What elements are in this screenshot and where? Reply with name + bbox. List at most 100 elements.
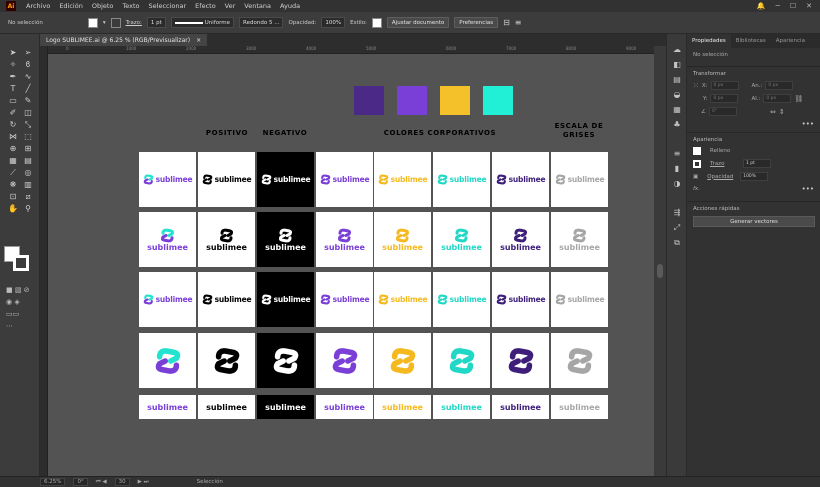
menu-efecto[interactable]: Efecto — [195, 2, 216, 10]
lasso-tool-icon[interactable]: ϐ — [22, 60, 34, 70]
logo-card[interactable]: sublimee — [374, 152, 431, 207]
minimize-icon[interactable]: ─ — [776, 2, 780, 10]
adjust-document-button[interactable]: Ajustar documento — [386, 17, 450, 28]
w-input[interactable]: 0 px — [765, 81, 794, 90]
logo-card[interactable] — [257, 333, 314, 388]
canvas[interactable]: POSITIVO NEGATIVO COLORES CORPORATIVOS E… — [48, 55, 654, 476]
shape-builder-tool-icon[interactable]: ⊕ — [7, 144, 19, 154]
logo-card[interactable]: sublimee — [257, 212, 314, 267]
menu-objeto[interactable]: Objeto — [92, 2, 114, 10]
logo-card[interactable]: sublimee — [257, 272, 314, 327]
swatch-dark-purple[interactable] — [354, 86, 384, 115]
generate-vectors-button[interactable]: Generar vectores — [693, 216, 815, 227]
logo-card[interactable] — [139, 333, 196, 388]
artboard-next-icon[interactable]: ▶ ⏭ — [138, 479, 149, 486]
properties-icon[interactable]: ◧ — [667, 57, 687, 72]
symbol-sprayer-tool-icon[interactable]: ❋ — [7, 180, 19, 190]
menu-icon[interactable]: ≡ — [515, 18, 522, 27]
menu-texto[interactable]: Texto — [122, 2, 139, 10]
shaper-tool-icon[interactable]: ✐ — [7, 108, 19, 118]
logo-card[interactable]: sublimee — [374, 212, 431, 267]
logo-card[interactable]: sublimee — [433, 212, 490, 267]
tab-apariencia[interactable]: Apariencia — [771, 34, 810, 48]
logo-card[interactable] — [198, 333, 255, 388]
menu-seleccionar[interactable]: Seleccionar — [149, 2, 187, 10]
maximize-icon[interactable]: ☐ — [790, 2, 796, 10]
more-options-icon[interactable]: ••• — [693, 120, 814, 128]
logo-card[interactable]: sublimee — [316, 212, 373, 267]
link-icon[interactable]: ⛓ — [794, 95, 803, 103]
more-tools-icon[interactable]: ⋯ — [6, 320, 30, 332]
logo-card[interactable]: sublimee — [374, 395, 431, 419]
y-input[interactable]: 0 px — [710, 94, 739, 103]
hand-tool-icon[interactable]: ✋ — [7, 204, 19, 214]
close-icon[interactable]: ✕ — [806, 2, 812, 10]
fill-color-swatch[interactable] — [693, 147, 701, 155]
preferences-button[interactable]: Preferencias — [454, 17, 499, 28]
logo-card[interactable]: sublimee — [316, 272, 373, 327]
perspective-tool-icon[interactable]: ⊞ — [22, 144, 34, 154]
logo-card[interactable]: sublimee — [139, 212, 196, 267]
logo-card[interactable] — [492, 333, 549, 388]
bell-icon[interactable]: 🔔 — [757, 2, 766, 10]
close-tab-icon[interactable]: × — [196, 37, 201, 44]
logo-card[interactable] — [316, 333, 373, 388]
fill-stroke-widget[interactable] — [4, 246, 30, 272]
swatch-purple[interactable] — [397, 86, 427, 115]
menu-edicion[interactable]: Edición — [59, 2, 83, 10]
opacity-field[interactable]: 100% — [321, 17, 346, 28]
logo-card[interactable]: sublimee — [551, 212, 608, 267]
logo-card[interactable] — [374, 333, 431, 388]
logo-card[interactable]: sublimee — [433, 272, 490, 327]
scale-tool-icon[interactable]: ⤡ — [22, 120, 34, 130]
logo-card[interactable]: sublimee — [551, 395, 608, 419]
eraser-tool-icon[interactable]: ◫ — [22, 108, 34, 118]
direct-selection-tool-icon[interactable]: ➢ — [22, 48, 34, 58]
logo-card[interactable]: sublimee — [139, 152, 196, 207]
line-tool-icon[interactable]: ╱ — [22, 84, 34, 94]
stroke-swatch[interactable] — [110, 17, 121, 28]
transparency-icon[interactable]: ◑ — [667, 176, 687, 191]
libraries-icon[interactable]: ☁ — [667, 42, 687, 57]
stroke-icon[interactable]: ≡ — [667, 146, 687, 161]
selection-tool-icon[interactable]: ➤ — [7, 48, 19, 58]
blend-tool-icon[interactable]: ◎ — [22, 168, 34, 178]
document-tab[interactable]: Logo SUBLIMEE.ai @ 6.25 % (RGB/Previsual… — [40, 34, 208, 46]
curvature-tool-icon[interactable]: ∿ — [22, 72, 34, 82]
gradient-tool-icon[interactable]: ▤ — [22, 156, 34, 166]
logo-card[interactable]: sublimee — [433, 152, 490, 207]
mesh-tool-icon[interactable]: ▦ — [7, 156, 19, 166]
x-input[interactable]: 0 px — [710, 81, 739, 90]
stroke-color-icon[interactable] — [13, 255, 29, 271]
stroke-weight-field[interactable]: 1 pt — [146, 17, 166, 28]
rotation-field[interactable]: 0° — [73, 478, 88, 486]
artboard-number-field[interactable]: 30 — [114, 478, 130, 486]
pen-tool-icon[interactable]: ✒ — [7, 72, 19, 82]
menu-ayuda[interactable]: Ayuda — [280, 2, 300, 10]
stroke-color-swatch[interactable] — [693, 159, 701, 168]
menu-ver[interactable]: Ver — [225, 2, 236, 10]
pathfinder-icon[interactable]: ⧉ — [667, 235, 687, 250]
brush-tool-icon[interactable]: ✎ — [22, 96, 34, 106]
logo-card[interactable]: sublimee — [492, 152, 549, 207]
logo-card[interactable]: sublimee — [492, 272, 549, 327]
layers-icon[interactable]: ▤ — [667, 72, 687, 87]
style-swatch[interactable] — [371, 17, 382, 28]
zoom-field[interactable]: 6.25% — [40, 478, 66, 486]
brush-select[interactable]: Redondo 5 ... — [239, 17, 284, 28]
tab-propiedades[interactable]: Propiedades — [687, 34, 731, 48]
logo-card[interactable]: sublimee — [374, 272, 431, 327]
eyedropper-tool-icon[interactable]: ⟋ — [7, 168, 19, 178]
logo-card[interactable] — [433, 333, 490, 388]
tab-bibliotecas[interactable]: Bibliotecas — [731, 34, 771, 48]
logo-card[interactable]: sublimee — [492, 212, 549, 267]
h-input[interactable]: 0 px — [763, 94, 792, 103]
artboard-tool-icon[interactable]: ⊡ — [7, 192, 19, 202]
angle-input[interactable]: 0° — [708, 107, 737, 116]
scroll-thumb[interactable] — [657, 264, 663, 278]
logo-card[interactable]: sublimee — [492, 395, 549, 419]
logo-card[interactable]: sublimee — [198, 272, 255, 327]
profile-select[interactable]: Uniforme — [170, 17, 235, 28]
rectangle-tool-icon[interactable]: ▭ — [7, 96, 19, 106]
swatch-yellow[interactable] — [440, 86, 470, 115]
